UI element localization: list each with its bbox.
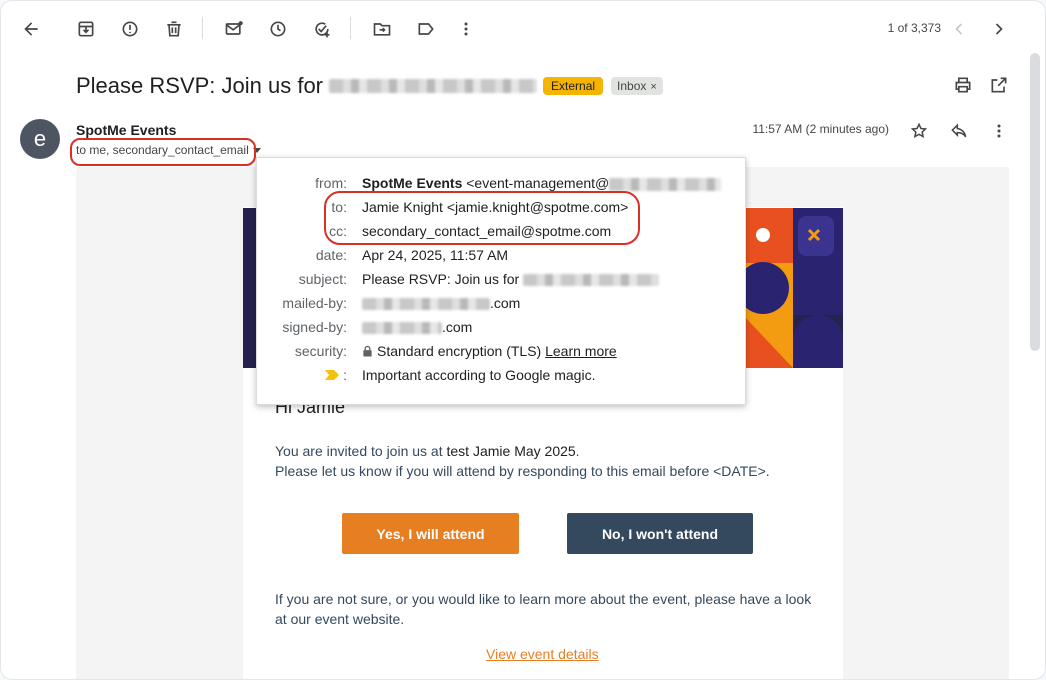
- date-label: date:: [315, 247, 347, 263]
- open-in-new-window-icon[interactable]: [989, 75, 1009, 100]
- details-row-from: from: SpotMe Events <event-management@: [257, 175, 747, 199]
- from-label: from:: [315, 175, 347, 191]
- add-to-tasks-icon[interactable]: [308, 15, 336, 43]
- gmail-message-view: 1 of 3,373 Please RSVP: Join us for Exte…: [0, 0, 1046, 680]
- invite-line-2: Please let us know if you will attend by…: [275, 463, 770, 479]
- recipients-summary[interactable]: to me, secondary_contact_email: [76, 143, 261, 157]
- message-time: 11:57 AM (2 minutes ago): [752, 122, 889, 136]
- external-badge: External: [543, 77, 604, 95]
- importance-separator: :: [343, 367, 347, 383]
- mailed-by-value-wrap: .com: [362, 295, 520, 311]
- archive-icon[interactable]: [72, 15, 100, 43]
- details-row-mailed-by: mailed-by: .com: [257, 295, 747, 319]
- move-to-icon[interactable]: [368, 15, 396, 43]
- sender-avatar[interactable]: e: [20, 119, 60, 159]
- to-label: to:: [331, 199, 347, 215]
- message-subject: Please RSVP: Join us for: [76, 73, 324, 98]
- details-row-subject: subject: Please RSVP: Join us for: [257, 271, 747, 295]
- redacted-text: [329, 79, 538, 93]
- rsvp-yes-button[interactable]: Yes, I will attend: [342, 513, 519, 554]
- learn-more-link[interactable]: Learn more: [545, 343, 617, 359]
- subject-row: Please RSVP: Join us for External Inbox ×: [76, 71, 663, 101]
- from-value: SpotMe Events <event-management@: [362, 175, 722, 191]
- subject-value: Please RSVP: Join us for: [362, 271, 520, 287]
- reply-icon[interactable]: [947, 119, 971, 143]
- snooze-icon[interactable]: [264, 15, 292, 43]
- from-name: SpotMe Events: [362, 175, 463, 191]
- details-row-to: to: Jamie Knight <jamie.knight@spotme.co…: [257, 199, 747, 223]
- recipients-text: to me, secondary_contact_email: [76, 143, 249, 157]
- toolbar-divider: [202, 17, 203, 39]
- details-row-cc: cc: secondary_contact_email@spotme.com: [257, 223, 747, 247]
- cc-value: secondary_contact_email@spotme.com: [362, 223, 612, 239]
- invite-paragraph: You are invited to join us at test Jamie…: [275, 441, 770, 481]
- lock-icon: [363, 345, 372, 357]
- message-toolbar: 1 of 3,373: [1, 1, 1045, 57]
- labels-icon[interactable]: [412, 15, 440, 43]
- subject-value-wrap: Please RSVP: Join us for: [362, 271, 660, 287]
- back-arrow-icon[interactable]: [17, 15, 45, 43]
- more-vert-icon[interactable]: [452, 15, 480, 43]
- cc-label: cc:: [329, 223, 347, 239]
- importance-label: :: [257, 367, 347, 383]
- message-more-icon[interactable]: [987, 119, 1011, 143]
- signed-by-label: signed-by:: [282, 319, 347, 335]
- importance-marker-icon: [325, 370, 340, 380]
- unsure-paragraph: If you are not sure, or you would like t…: [275, 591, 812, 627]
- importance-value: Important according to Google magic.: [362, 367, 596, 383]
- star-icon[interactable]: [907, 119, 931, 143]
- view-event-details-link[interactable]: View event details: [486, 646, 599, 662]
- date-value: Apr 24, 2025, 11:57 AM: [362, 247, 509, 263]
- inbox-label-chip[interactable]: Inbox ×: [611, 77, 663, 95]
- next-chevron-icon[interactable]: [985, 15, 1013, 43]
- details-row-security: security: Standard encryption (TLS) Lear…: [257, 343, 747, 367]
- report-spam-icon[interactable]: [116, 15, 144, 43]
- sender-name[interactable]: SpotMe Events: [76, 122, 176, 138]
- details-row-signed-by: signed-by: .com: [257, 319, 747, 343]
- event-name: test Jamie May 2025: [446, 443, 576, 459]
- signed-by-value: .com: [442, 319, 473, 335]
- delete-icon[interactable]: [160, 15, 188, 43]
- security-label: security:: [294, 343, 347, 359]
- details-row-importance: : Important according to Google magic.: [257, 367, 747, 391]
- subject-label: subject:: [298, 271, 347, 287]
- inbox-label-text: Inbox: [617, 79, 647, 93]
- message-details-popup: from: SpotMe Events <event-management@ t…: [256, 157, 746, 405]
- signed-by-value-wrap: .com: [362, 319, 472, 335]
- invite-suffix: .: [575, 443, 580, 459]
- redacted-text: [609, 177, 722, 191]
- show-details-dropdown-icon[interactable]: [252, 148, 261, 154]
- security-value: Standard encryption (TLS): [377, 343, 542, 359]
- invite-prefix: You are invited to join us at: [275, 443, 447, 459]
- redacted-text: [523, 274, 660, 287]
- remove-label-icon[interactable]: ×: [650, 81, 656, 93]
- toolbar-divider: [350, 17, 351, 39]
- rsvp-no-button[interactable]: No, I won't attend: [567, 513, 753, 554]
- mailed-by-value: .com: [490, 295, 521, 311]
- mark-unread-icon[interactable]: [220, 15, 248, 43]
- print-icon[interactable]: [953, 75, 973, 100]
- pager-count: 1 of 3,373: [887, 21, 941, 35]
- redacted-text: [362, 298, 490, 311]
- details-row-date: date: Apr 24, 2025, 11:57 AM: [257, 247, 747, 271]
- scrollbar-thumb[interactable]: [1030, 53, 1040, 351]
- mailed-by-label: mailed-by:: [282, 295, 347, 311]
- to-value: Jamie Knight <jamie.knight@spotme.com>: [362, 199, 629, 215]
- security-value-wrap: Standard encryption (TLS) Learn more: [362, 343, 617, 359]
- redacted-text: [362, 322, 442, 335]
- prev-chevron-icon[interactable]: [945, 15, 973, 43]
- from-email: <event-management@: [466, 175, 610, 191]
